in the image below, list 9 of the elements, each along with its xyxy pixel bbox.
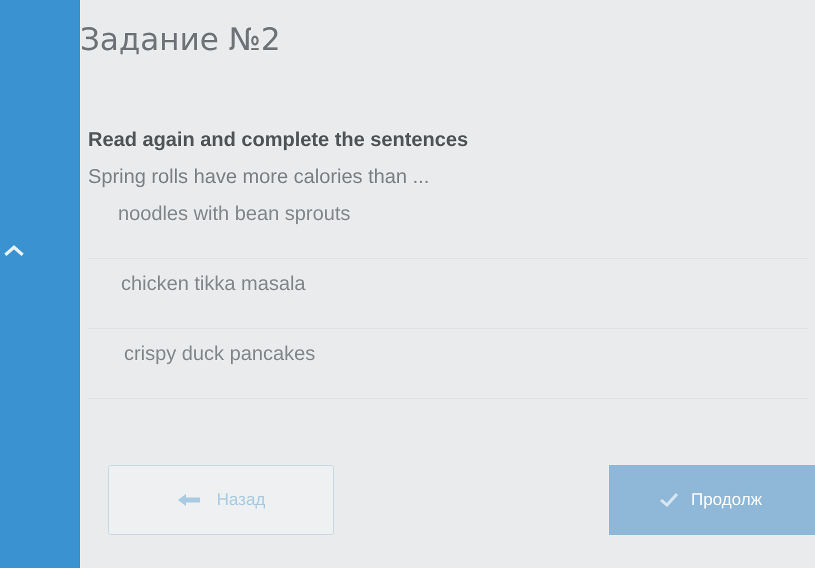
answer-option[interactable]: noodles with bean sprouts bbox=[88, 193, 808, 259]
answer-option[interactable]: crispy duck pancakes bbox=[88, 333, 808, 399]
instruction-text: Read again and complete the sentences bbox=[88, 129, 468, 152]
arrow-left-icon bbox=[176, 493, 201, 507]
check-icon bbox=[659, 492, 679, 508]
chevron-up-icon bbox=[3, 244, 25, 257]
task-title: Задание №2 bbox=[80, 22, 282, 60]
question-text: Spring rolls have more calories than ... bbox=[88, 166, 430, 189]
answer-option[interactable]: chicken tikka masala bbox=[88, 263, 808, 329]
